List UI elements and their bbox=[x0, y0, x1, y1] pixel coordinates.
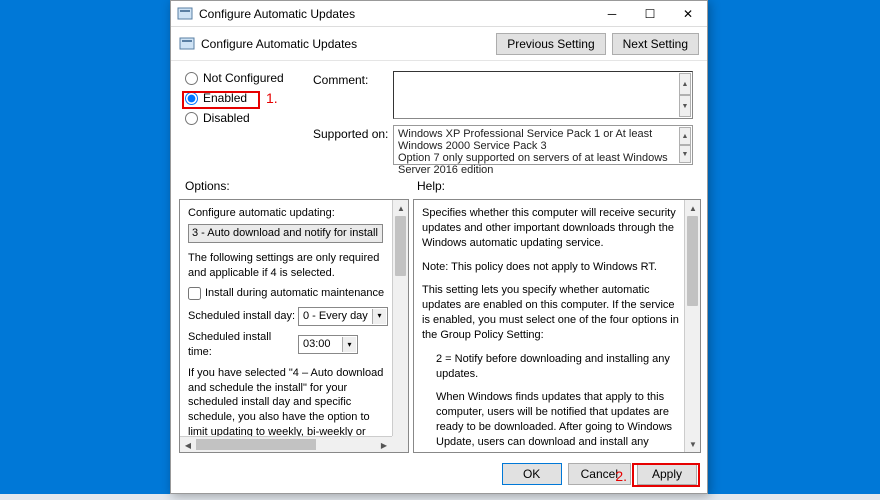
ok-button[interactable]: OK bbox=[502, 463, 562, 485]
minimize-button[interactable]: ─ bbox=[593, 1, 631, 26]
day-label: Scheduled install day: bbox=[188, 309, 298, 324]
close-button[interactable]: ✕ bbox=[669, 1, 707, 26]
state-group: Not Configured Enabled Disabled bbox=[185, 71, 305, 171]
configure-label: Configure automatic updating: bbox=[188, 206, 388, 221]
supported-label: Supported on: bbox=[313, 125, 393, 165]
radio-enabled[interactable]: Enabled bbox=[185, 91, 305, 105]
options-vscrollbar[interactable]: ▲▼ bbox=[392, 200, 408, 452]
maximize-button[interactable]: ☐ bbox=[631, 1, 669, 26]
radio-disabled[interactable]: Disabled bbox=[185, 111, 305, 125]
options-pane: Configure automatic updating: 3 - Auto d… bbox=[179, 199, 409, 453]
options-label: Options: bbox=[185, 179, 417, 193]
help-text: This setting lets you specify whether au… bbox=[422, 283, 680, 342]
time-label: Scheduled install time: bbox=[188, 330, 298, 360]
options-hscrollbar[interactable]: ◀▶ bbox=[180, 436, 392, 452]
spinner[interactable]: ▲▼ bbox=[679, 73, 691, 117]
policy-title: Configure Automatic Updates bbox=[201, 37, 490, 51]
previous-setting-button[interactable]: Previous Setting bbox=[496, 33, 605, 55]
apply-button[interactable]: Apply bbox=[637, 463, 697, 485]
help-pane: Specifies whether this computer will rec… bbox=[413, 199, 701, 453]
following-note: The following settings are only required… bbox=[188, 251, 388, 281]
spinner[interactable]: ▲▼ bbox=[679, 127, 691, 163]
install-maintenance-checkbox[interactable]: Install during automatic maintenance bbox=[188, 286, 388, 301]
titlebar: Configure Automatic Updates ─ ☐ ✕ bbox=[171, 1, 707, 27]
gpedit-dialog: Configure Automatic Updates ─ ☐ ✕ Config… bbox=[170, 0, 708, 494]
comment-label: Comment: bbox=[313, 71, 393, 119]
time-select[interactable]: 03:00▾ bbox=[298, 335, 358, 354]
help-text: Specifies whether this computer will rec… bbox=[422, 206, 680, 251]
radio-not-configured[interactable]: Not Configured bbox=[185, 71, 305, 85]
policy-icon bbox=[177, 6, 193, 22]
policy-icon bbox=[179, 36, 195, 52]
toolbar: Configure Automatic Updates Previous Set… bbox=[171, 27, 707, 61]
comment-input[interactable]: ▲▼ bbox=[393, 71, 693, 119]
configure-select[interactable]: 3 - Auto download and notify for install bbox=[188, 224, 383, 243]
button-bar: OK Cancel Apply bbox=[171, 455, 707, 493]
help-text: When Windows finds updates that apply to… bbox=[422, 390, 680, 452]
help-label: Help: bbox=[417, 179, 445, 193]
help-text: Note: This policy does not apply to Wind… bbox=[422, 260, 680, 275]
help-text: 2 = Notify before downloading and instal… bbox=[422, 352, 680, 382]
cancel-button[interactable]: Cancel bbox=[568, 463, 631, 485]
day-select[interactable]: 0 - Every day▾ bbox=[298, 307, 388, 326]
taskbar bbox=[0, 494, 880, 500]
help-vscrollbar[interactable]: ▲▼ bbox=[684, 200, 700, 452]
next-setting-button[interactable]: Next Setting bbox=[612, 33, 699, 55]
supported-text: Windows XP Professional Service Pack 1 o… bbox=[393, 125, 693, 165]
window-title: Configure Automatic Updates bbox=[199, 7, 593, 21]
